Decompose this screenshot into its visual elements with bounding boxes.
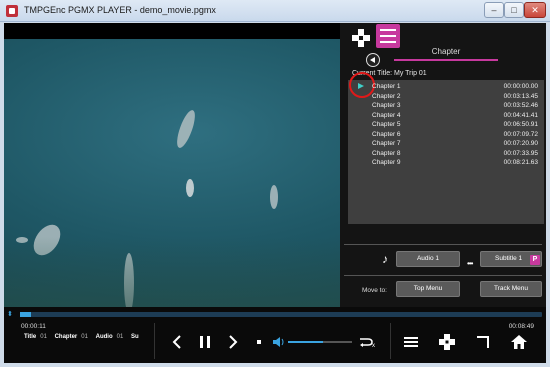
- total-time: 00:08:49: [508, 323, 534, 330]
- chapter-time: 00:03:52.46: [503, 102, 538, 109]
- list-item[interactable]: Chapter 6 00:07:09.72: [348, 130, 544, 140]
- volume-slider-fill: [288, 341, 324, 343]
- list-item[interactable]: Chapter 4 00:04:41.41: [348, 111, 544, 121]
- chapter-name: Chapter 6: [372, 130, 401, 138]
- chapter-name: Chapter 9: [372, 159, 401, 166]
- list-item[interactable]: Chapter 2 00:03:13.45: [348, 92, 544, 102]
- chapter-name: Chapter 7: [372, 140, 401, 147]
- list-item[interactable]: Chapter 8 00:07:33.95: [348, 149, 544, 159]
- volume-icon[interactable]: [270, 333, 288, 351]
- title-label: Title: [24, 334, 37, 340]
- divider: [344, 244, 542, 245]
- seek-pin-icon: ⬍: [7, 311, 13, 318]
- elapsed-time: 00:00:11: [21, 323, 46, 330]
- chapter-name: Chapter 8: [372, 149, 401, 157]
- list-item[interactable]: Chapter 7 00:07:20.90: [348, 139, 544, 149]
- music-note-icon: ♪: [382, 252, 388, 266]
- chapter-time: 00:08:21.63: [503, 159, 538, 166]
- track-menu-button[interactable]: Track Menu: [480, 281, 542, 297]
- pause-icon[interactable]: [196, 333, 214, 351]
- title-bar: TMPGEnc PGMX PLAYER - demo_movie.pgmx – …: [0, 0, 550, 22]
- app-icon: [6, 5, 18, 17]
- top-menu-button[interactable]: Top Menu: [396, 281, 460, 297]
- p-badge-icon: P: [530, 255, 540, 265]
- seek-bar-fill: [20, 312, 32, 317]
- divider: [344, 275, 542, 276]
- svg-text:x: x: [372, 343, 375, 349]
- control-bar: ⬍ 00:00:11 00:08:49 Title 01 Chapter 01 Au…: [4, 307, 546, 363]
- previous-icon[interactable]: [168, 333, 186, 351]
- playback-info: Title 01 Chapter 01 Audio 01 Su: [24, 334, 143, 340]
- chapter-list: Chapter 1 00:00:00.00 Chapter 2 00:03:13…: [348, 72, 544, 224]
- list-item[interactable]: Chapter 9 00:08:21.63: [348, 158, 544, 168]
- chapter-panel: Chapter Current Title: My Trip 01 Chapte…: [340, 23, 546, 307]
- subtitle-label: Su: [130, 334, 139, 340]
- move-to-label: Move to:: [362, 287, 387, 294]
- audio-button[interactable]: Audio 1: [396, 251, 460, 267]
- player-area: Chapter Current Title: My Trip 01 Chapte…: [4, 23, 546, 363]
- chapter-time: 00:06:50.91: [503, 121, 538, 128]
- chapter-label: Chapter: [54, 334, 78, 340]
- divider: [390, 323, 391, 359]
- list-item[interactable]: Chapter 1 00:00:00.00: [348, 72, 544, 98]
- list-item[interactable]: Chapter 3 00:03:52.46: [348, 101, 544, 111]
- chapter-name: Chapter 3: [372, 102, 401, 109]
- list-item[interactable]: Chapter 5 00:06:50.91: [348, 120, 544, 130]
- return-corner-icon[interactable]: [474, 333, 492, 351]
- maximize-button[interactable]: □: [504, 2, 524, 18]
- chapter-time: 00:00:00.00: [503, 83, 538, 90]
- stop-icon[interactable]: [250, 333, 268, 351]
- next-icon[interactable]: [224, 333, 242, 351]
- seek-bar[interactable]: [20, 312, 542, 317]
- title-value: 01: [40, 334, 47, 340]
- chapter-value: 01: [81, 334, 88, 340]
- back-arrow-icon[interactable]: [366, 53, 380, 67]
- tab-chapter[interactable]: Chapter: [394, 45, 498, 61]
- chapter-time: 00:07:20.90: [503, 140, 538, 147]
- audio-value: 01: [116, 334, 124, 340]
- fish-shape: [186, 179, 194, 197]
- home-icon[interactable]: [510, 333, 528, 351]
- dpad-icon[interactable]: [438, 333, 456, 351]
- volume-slider[interactable]: [288, 341, 352, 343]
- chapter-name: Chapter 1: [372, 83, 401, 90]
- minimize-button[interactable]: –: [484, 2, 504, 18]
- chapter-time: 00:07:09.72: [503, 130, 538, 138]
- divider: [154, 323, 155, 359]
- dpad-icon[interactable]: [352, 29, 370, 47]
- skip-subtitle-icon[interactable]: x: [358, 333, 376, 351]
- chapter-name: Chapter 5: [372, 121, 401, 128]
- fish-shape: [28, 219, 66, 261]
- fish-shape: [270, 185, 278, 209]
- menu-icon[interactable]: [402, 333, 420, 351]
- fish-shape: [16, 237, 28, 243]
- close-button[interactable]: ✕: [524, 2, 546, 18]
- audio-label: Audio: [95, 334, 113, 340]
- fish-shape: [173, 108, 199, 150]
- fish-shape: [124, 253, 134, 313]
- chapter-name: Chapter 4: [372, 111, 401, 119]
- window-title: TMPGEnc PGMX PLAYER - demo_movie.pgmx: [24, 5, 216, 15]
- chapter-time: 00:04:41.41: [503, 111, 538, 119]
- dots-icon: •••: [467, 259, 473, 268]
- chapter-name: Chapter 2: [372, 92, 401, 100]
- chapter-time: 00:07:33.95: [503, 149, 538, 157]
- chapter-time: 00:03:13.45: [503, 92, 538, 100]
